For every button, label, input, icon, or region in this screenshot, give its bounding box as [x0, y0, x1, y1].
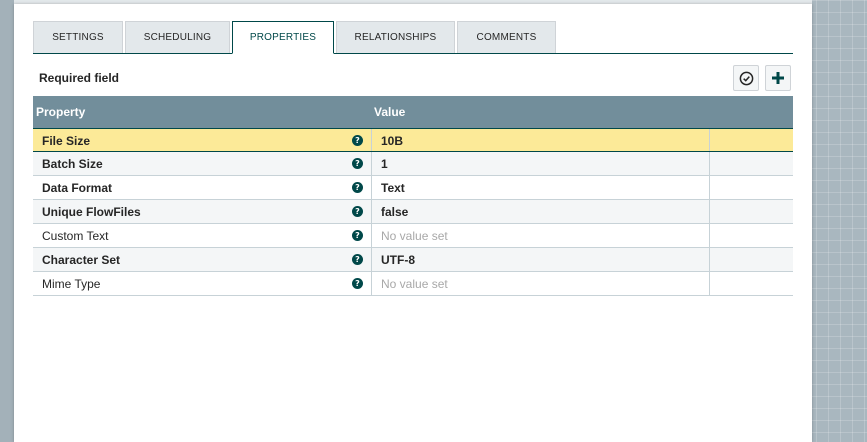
tab-properties[interactable]: PROPERTIES: [232, 21, 334, 54]
help-icon[interactable]: ?: [352, 158, 363, 169]
table-row[interactable]: Character Set ? UTF-8: [33, 248, 793, 272]
help-icon[interactable]: ?: [352, 278, 363, 289]
column-divider: [371, 200, 372, 223]
column-divider: [709, 200, 710, 223]
property-value[interactable]: No value set: [381, 277, 448, 291]
table-row[interactable]: Custom Text ? No value set: [33, 224, 793, 248]
column-divider: [709, 176, 710, 199]
tab-comments[interactable]: COMMENTS: [457, 21, 556, 53]
table-row[interactable]: Unique FlowFiles ? false: [33, 200, 793, 224]
help-icon[interactable]: ?: [352, 206, 363, 217]
plus-icon: [772, 72, 784, 84]
verify-properties-button[interactable]: [733, 65, 759, 91]
property-value[interactable]: UTF-8: [381, 253, 415, 267]
required-field-label: Required field: [39, 71, 120, 85]
add-property-button[interactable]: [765, 65, 791, 91]
column-divider: [709, 129, 710, 151]
tab-scheduling[interactable]: SCHEDULING: [125, 21, 230, 53]
property-value[interactable]: No value set: [381, 229, 448, 243]
column-divider: [371, 272, 372, 295]
column-divider: [371, 129, 372, 151]
property-name: Unique FlowFiles: [42, 205, 141, 219]
property-value[interactable]: false: [381, 205, 408, 219]
property-value[interactable]: Text: [381, 181, 405, 195]
canvas-left-strip: [0, 0, 14, 442]
check-circle-icon: [739, 71, 753, 85]
help-icon[interactable]: ?: [352, 135, 363, 146]
help-icon[interactable]: ?: [352, 182, 363, 193]
properties-table: Property Value File Size ? 10B Batch Siz…: [33, 96, 793, 296]
property-value[interactable]: 10B: [381, 134, 403, 148]
column-divider: [371, 176, 372, 199]
column-divider: [709, 152, 710, 175]
column-divider: [371, 248, 372, 271]
help-icon[interactable]: ?: [352, 254, 363, 265]
property-name: Data Format: [42, 181, 113, 195]
help-icon[interactable]: ?: [352, 230, 363, 241]
tab-bar: SETTINGS SCHEDULING PROPERTIES RELATIONS…: [33, 21, 793, 54]
column-divider: [709, 224, 710, 247]
table-header: Property Value: [33, 96, 793, 128]
table-row[interactable]: Batch Size ? 1: [33, 152, 793, 176]
property-column-header: Property: [36, 105, 86, 119]
value-column-header: Value: [374, 105, 406, 119]
table-row[interactable]: File Size ? 10B: [33, 128, 793, 152]
table-row[interactable]: Data Format ? Text: [33, 176, 793, 200]
column-divider: [709, 248, 710, 271]
property-name: Batch Size: [42, 157, 103, 171]
processor-config-dialog: SETTINGS SCHEDULING PROPERTIES RELATIONS…: [14, 4, 812, 442]
table-row[interactable]: Mime Type ? No value set: [33, 272, 793, 296]
property-value[interactable]: 1: [381, 157, 388, 171]
property-name: Mime Type: [42, 277, 101, 291]
column-divider: [709, 272, 710, 295]
column-divider: [371, 224, 372, 247]
property-name: Custom Text: [42, 229, 109, 243]
tab-relationships[interactable]: RELATIONSHIPS: [336, 21, 455, 53]
property-name: Character Set: [42, 253, 121, 267]
column-divider: [371, 152, 372, 175]
property-name: File Size: [42, 134, 91, 148]
tab-settings[interactable]: SETTINGS: [33, 21, 123, 53]
